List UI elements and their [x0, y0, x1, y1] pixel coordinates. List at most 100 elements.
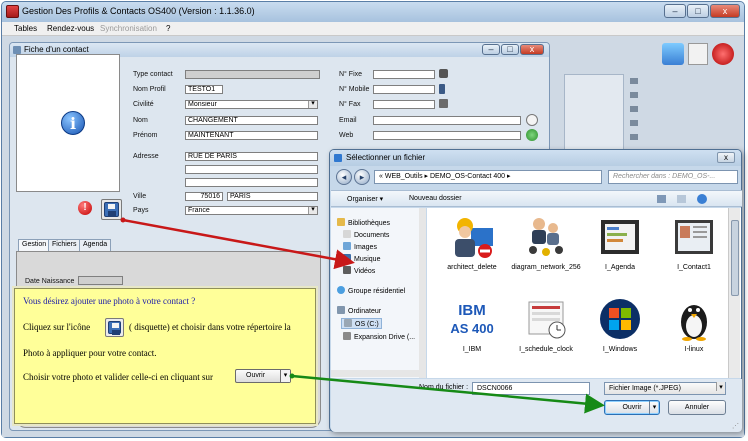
path-breadcrumb[interactable]: « WEB_Outils ▸ DEMO_OS-Contact 400 ▸: [374, 170, 602, 184]
nav-expansion-drive[interactable]: Expansion Drive (...: [343, 332, 415, 341]
app-title-bar: Gestion Des Profils & Contacts OS400 (Ve…: [2, 2, 744, 22]
type-contact-field[interactable]: [185, 70, 320, 79]
file-name: I_Windows: [602, 346, 638, 353]
label-type-contact: Type contact: [133, 71, 173, 78]
nav-videos[interactable]: Vidéos: [343, 266, 375, 275]
back-button[interactable]: ◂: [336, 169, 352, 185]
photo-frame[interactable]: i: [16, 54, 120, 192]
schedule-clock-icon: [528, 301, 566, 339]
web-field[interactable]: [373, 131, 521, 140]
drive-icon: [344, 319, 352, 327]
close-button[interactable]: x: [710, 4, 740, 18]
fax-icon[interactable]: [439, 99, 448, 108]
email-icon[interactable]: [526, 114, 538, 126]
help-open-button-illustration: Ouvrir ▾: [235, 369, 291, 383]
file-name: I_Contact1: [677, 264, 711, 271]
dialog-footer: Nom du fichier : DSCN0066 Fichier Image …: [331, 379, 742, 432]
tab-fichiers[interactable]: Fichiers: [48, 239, 81, 251]
n-fixe-field[interactable]: [373, 70, 435, 79]
scrollbar-thumb[interactable]: [731, 220, 739, 296]
app-title: Gestion Des Profils & Contacts OS400 (Ve…: [22, 6, 255, 16]
file-name: I_schedule_clock: [519, 346, 573, 353]
label-nom: Nom: [133, 117, 148, 124]
tab-gestion[interactable]: Gestion: [18, 239, 51, 251]
minimize-button[interactable]: –: [664, 4, 686, 18]
svg-text:AS 400: AS 400: [450, 321, 493, 336]
help-line-2b: ( disquette) et choisir dans votre réper…: [129, 322, 291, 332]
dialog-nav-bar: ◂ ▸ « WEB_Outils ▸ DEMO_OS-Contact 400 ▸…: [334, 168, 739, 186]
nav-musique[interactable]: Musique: [343, 254, 380, 263]
windows-logo-icon: [600, 299, 640, 339]
contact-card-icon: [675, 220, 713, 254]
help-box: Vous désirez ajouter une photo à votre c…: [14, 288, 316, 424]
download-icon[interactable]: [688, 43, 708, 65]
tab-agenda[interactable]: Agenda: [79, 239, 112, 251]
view-icon[interactable]: [657, 195, 666, 203]
mobile-icon[interactable]: [439, 84, 445, 94]
forward-button[interactable]: ▸: [354, 169, 370, 185]
help-line-1: Vous désirez ajouter une photo à votre c…: [23, 296, 196, 306]
email-field[interactable]: [373, 116, 521, 125]
nav-horizontal-scrollbar[interactable]: [331, 370, 426, 377]
nav-images[interactable]: Images: [343, 242, 377, 251]
cancel-button[interactable]: Annuler: [668, 400, 726, 415]
floppy-icon: [108, 321, 121, 335]
date-naissance-field[interactable]: [78, 276, 123, 285]
contact-minimize-button[interactable]: –: [482, 44, 500, 55]
n-fax-field[interactable]: [373, 100, 435, 109]
resize-grip[interactable]: ⋰: [732, 422, 740, 430]
new-folder-button[interactable]: Nouveau dossier: [409, 195, 462, 202]
filetype-select[interactable]: Fichier Image (*.JPEG): [604, 382, 726, 395]
organize-menu[interactable]: Organiser ▾: [347, 195, 383, 203]
help-floppy-icon: [105, 318, 124, 337]
computer-icon: [337, 306, 345, 314]
music-icon: [343, 254, 351, 262]
help-line-2a: Cliquez sur l'icône: [23, 322, 91, 332]
error-icon[interactable]: !: [78, 201, 92, 215]
menu-help[interactable]: ?: [166, 24, 170, 33]
contact-close-button[interactable]: x: [520, 44, 544, 55]
pays-select[interactable]: France: [185, 206, 318, 215]
menu-synchronisation[interactable]: Synchronisation: [100, 24, 157, 33]
civilite-select[interactable]: Monsieur: [185, 100, 318, 109]
save-photo-button[interactable]: [101, 199, 122, 220]
ibm-icon: IBM AS 400: [450, 302, 493, 336]
web-icon[interactable]: [526, 129, 538, 141]
nav-ordinateur[interactable]: Ordinateur: [337, 306, 381, 315]
contact-window-title: Fiche d'un contact: [24, 45, 89, 54]
label-pays: Pays: [133, 207, 149, 214]
prenom-field[interactable]: MAINTENANT: [185, 131, 318, 140]
file-list-scrollbar[interactable]: [728, 208, 740, 378]
contact-maximize-button[interactable]: □: [501, 44, 519, 55]
nav-groupe-residentiel[interactable]: Groupe résidentiel: [337, 286, 405, 295]
chevron-down-icon[interactable]: ▾: [649, 401, 659, 414]
users-icon[interactable]: [662, 43, 684, 65]
images-icon: [343, 242, 351, 250]
nav-os-c[interactable]: OS (C:): [341, 318, 382, 329]
nom-profil-field[interactable]: TESTO1: [185, 85, 223, 94]
menu-rendezvous[interactable]: Rendez-vous: [47, 24, 94, 33]
filename-input[interactable]: DSCN0066: [472, 382, 590, 395]
maximize-button[interactable]: □: [687, 4, 709, 18]
dialog-toolbar: Organiser ▾ Nouveau dossier: [331, 190, 742, 207]
adresse-line2-field[interactable]: [185, 165, 318, 174]
label-prenom: Prénom: [133, 132, 158, 139]
adresse-line3-field[interactable]: [185, 178, 318, 187]
nom-field[interactable]: CHANGEMENT: [185, 116, 318, 125]
n-mobile-field[interactable]: [373, 85, 435, 94]
delete-user-icon[interactable]: [712, 43, 734, 65]
adresse-line1-field[interactable]: RUE DE PARIS: [185, 152, 318, 161]
nav-bibliotheques[interactable]: Bibliothèques: [337, 218, 390, 227]
preview-icon[interactable]: [677, 195, 686, 203]
search-input[interactable]: Rechercher dans : DEMO_OS-...: [608, 170, 738, 184]
nav-scrollbar[interactable]: [419, 208, 426, 378]
help-icon[interactable]: [697, 194, 707, 204]
menu-tables[interactable]: Tables: [14, 24, 37, 33]
dialog-close-button[interactable]: x: [717, 152, 735, 163]
code-postal-field[interactable]: 75016: [185, 192, 223, 201]
agenda-icon: [601, 220, 639, 254]
phone-icon[interactable]: [439, 69, 448, 78]
nav-documents[interactable]: Documents: [343, 230, 389, 239]
ville-field[interactable]: PARIS: [227, 192, 318, 201]
open-button[interactable]: Ouvrir ▾: [604, 400, 660, 415]
